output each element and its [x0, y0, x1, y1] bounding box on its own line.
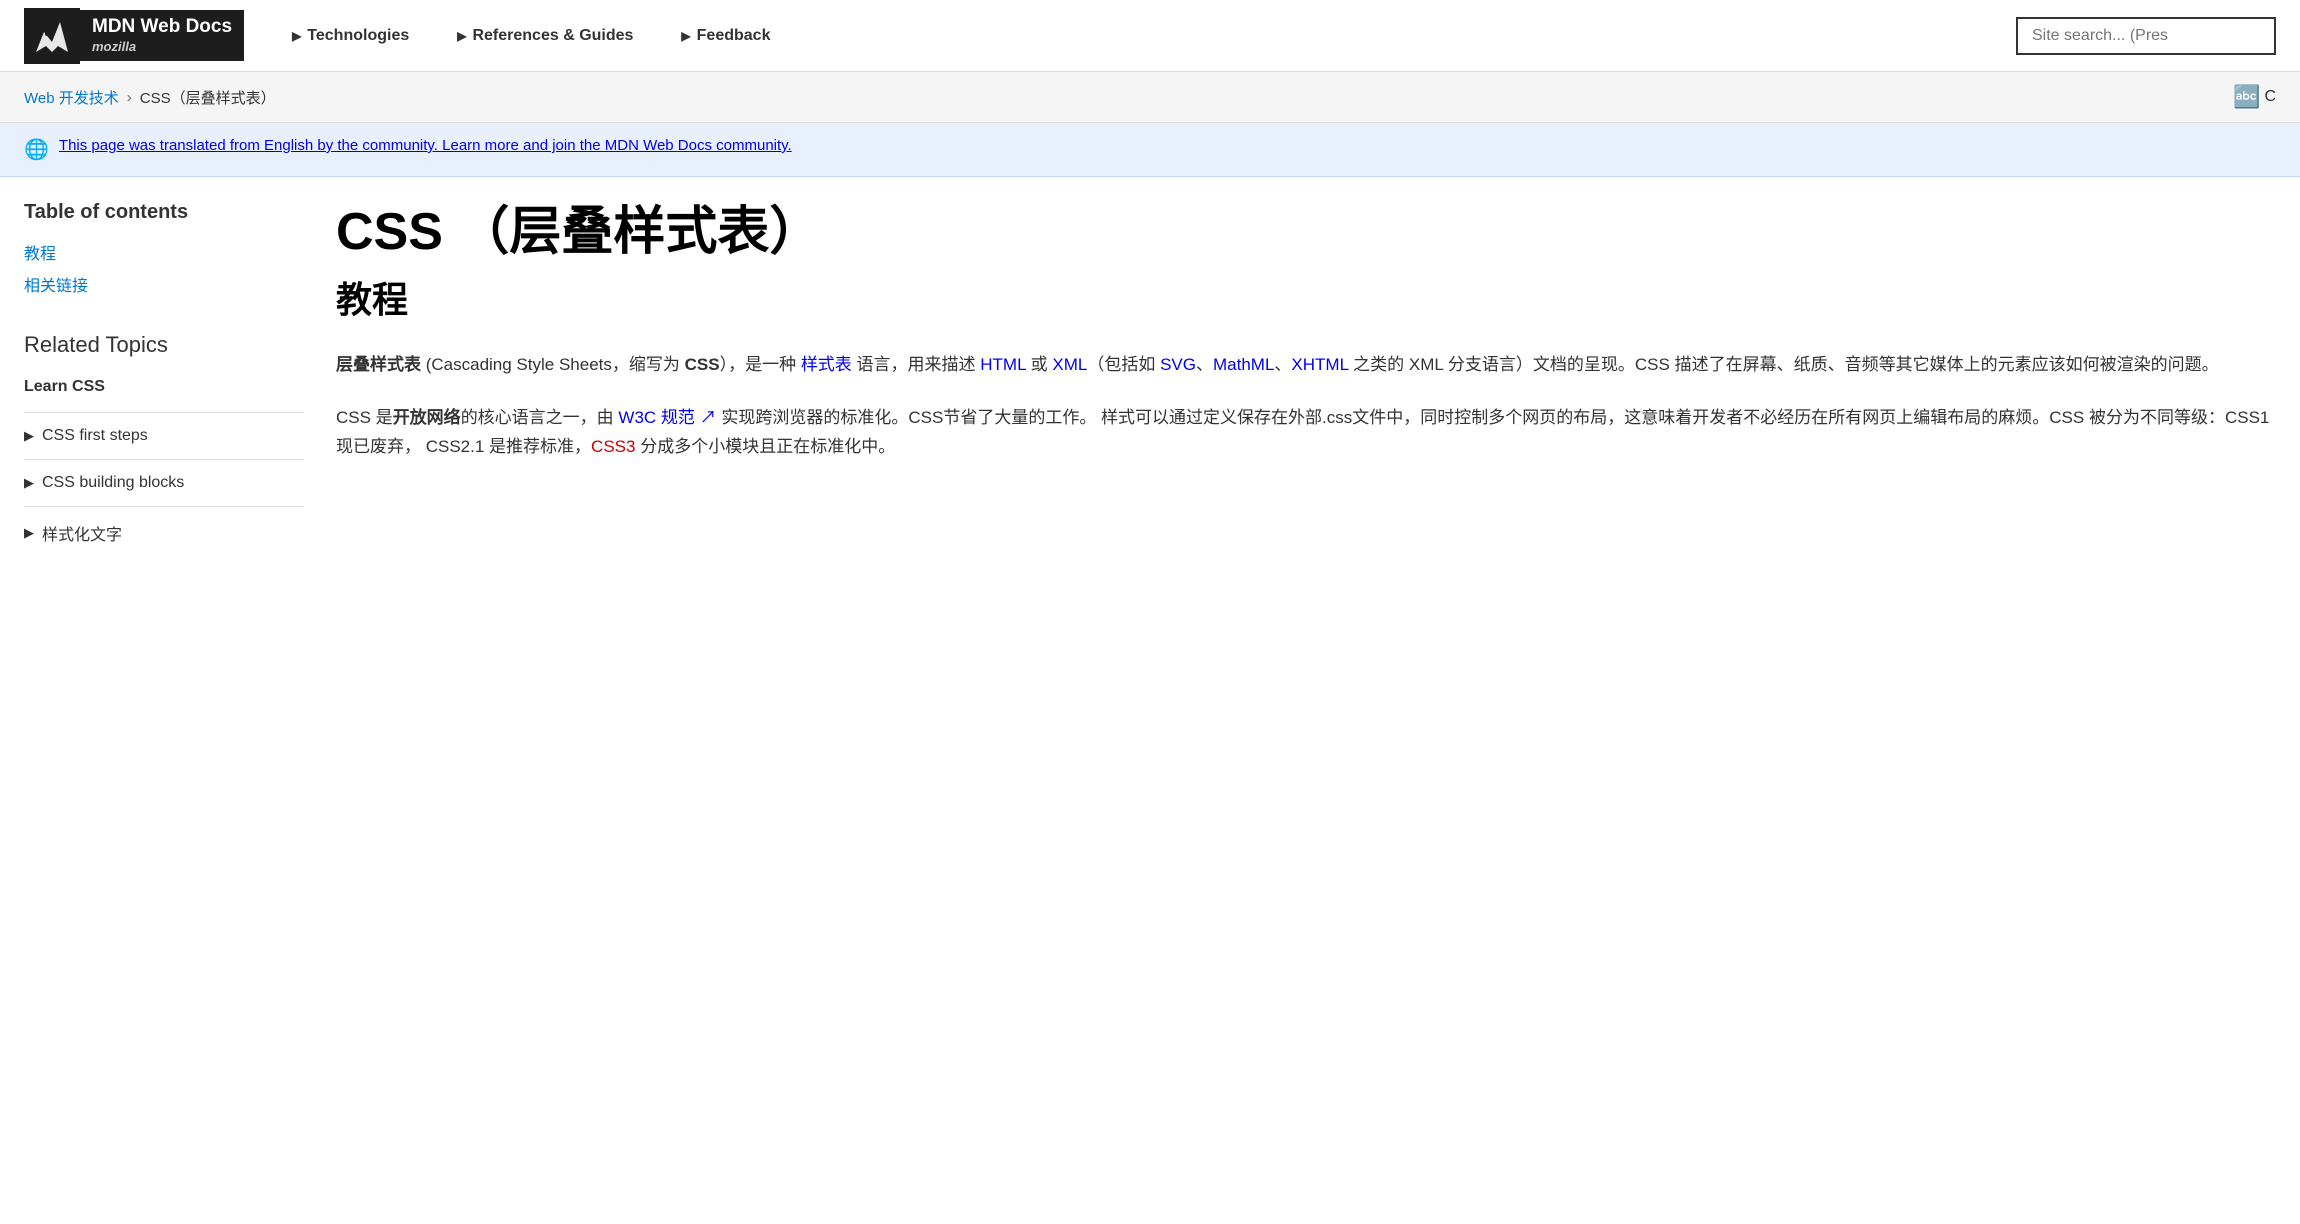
toc-link-related[interactable]: 相关链接	[24, 272, 304, 296]
sidebar-item-building-blocks[interactable]: ▶ CSS building blocks	[24, 459, 304, 506]
breadcrumb: Web 开发技术 › CSS（层叠样式表）	[24, 87, 276, 108]
sidebar-item-styling-text[interactable]: ▶ 样式化文字	[24, 506, 304, 559]
intro-bold-1: 层叠样式表	[336, 355, 421, 374]
lang-label: C	[2264, 88, 2276, 106]
nav-feedback-label: Feedback	[697, 27, 771, 45]
site-header: MDN Web Docs mozilla ▶ Technologies ▶ Re…	[0, 0, 2300, 72]
link-w3c[interactable]: W3C 规范 ↗	[618, 408, 716, 427]
sidebar-item-label-3: 样式化文字	[42, 521, 122, 545]
intro-text-4: （包括如	[1087, 355, 1160, 374]
nav-references-label: References & Guides	[472, 27, 633, 45]
link-stylesheet[interactable]: 样式表	[801, 355, 852, 374]
nav-feedback[interactable]: ▶ Feedback	[681, 27, 770, 45]
sidebar-item-label-2: CSS building blocks	[42, 474, 184, 492]
nav-feedback-arrow: ▶	[681, 29, 690, 43]
intro-text-1: 层叠样式表 (Cascading Style Sheets，缩写为 CSS），是…	[336, 355, 801, 374]
nav-technologies-arrow: ▶	[292, 29, 301, 43]
logo-subtitle: mozilla	[92, 39, 136, 55]
logo-area: MDN Web Docs mozilla	[24, 8, 244, 64]
sidebar-item-label-1: CSS first steps	[42, 427, 148, 445]
nav-technologies-label: Technologies	[307, 27, 409, 45]
search-input[interactable]	[2016, 17, 2276, 55]
translation-notice: 🌐 This page was translated from English …	[0, 123, 2300, 177]
intro-text-2: 语言，用来描述	[852, 355, 980, 374]
link-xhtml[interactable]: XHTML	[1291, 355, 1348, 374]
css-abbr: CSS	[685, 355, 720, 374]
sidebar: Table of contents 教程 相关链接 Related Topics…	[24, 201, 304, 559]
link-mathml[interactable]: MathML	[1213, 355, 1274, 374]
breadcrumb-parent[interactable]: Web 开发技术	[24, 87, 119, 108]
logo-text: MDN Web Docs mozilla	[80, 10, 244, 60]
toc-heading: Table of contents	[24, 201, 304, 224]
page-title: CSS （层叠样式表）	[336, 201, 2276, 263]
section-title: 教程	[336, 271, 2276, 323]
nav-technologies[interactable]: ▶ Technologies	[292, 27, 409, 45]
breadcrumb-separator: ›	[127, 89, 132, 106]
intro-text-5: 、	[1196, 355, 1213, 374]
main-layout: Table of contents 教程 相关链接 Related Topics…	[0, 177, 2300, 583]
language-icon[interactable]: 🔤 C	[2233, 84, 2276, 110]
globe-icon: 🌐	[24, 137, 49, 162]
sidebar-item-first-steps[interactable]: ▶ CSS first steps	[24, 412, 304, 459]
intro-paragraph: 层叠样式表 (Cascading Style Sheets，缩写为 CSS），是…	[336, 351, 2276, 380]
link-svg[interactable]: SVG	[1160, 355, 1196, 374]
translation-link[interactable]: This page was translated from English by…	[59, 137, 792, 154]
sidebar-arrow-3: ▶	[24, 525, 34, 541]
para2-text-1: CSS 是开放网络的核心语言之一，由	[336, 408, 618, 427]
link-xml[interactable]: XML	[1052, 355, 1087, 374]
sidebar-arrow-2: ▶	[24, 475, 34, 491]
intro-text-3: 或	[1026, 355, 1052, 374]
intro-text-6: 、	[1274, 355, 1291, 374]
related-topics-heading: Related Topics	[24, 332, 304, 358]
nav-references[interactable]: ▶ References & Guides	[457, 27, 633, 45]
nav-references-arrow: ▶	[457, 29, 466, 43]
main-nav: ▶ Technologies ▶ References & Guides ▶ F…	[292, 27, 2016, 45]
link-css3[interactable]: CSS3	[591, 437, 635, 456]
second-paragraph: CSS 是开放网络的核心语言之一，由 W3C 规范 ↗ 实现跨浏览器的标准化。C…	[336, 404, 2276, 462]
toc-link-tutorials[interactable]: 教程	[24, 240, 304, 264]
logo-wolf-icon	[24, 8, 80, 64]
translation-text: This page was translated from English by…	[59, 137, 792, 154]
translate-icon: 🔤	[2233, 84, 2260, 110]
breadcrumb-bar: Web 开发技术 › CSS（层叠样式表） 🔤 C	[0, 72, 2300, 123]
main-content: CSS （层叠样式表） 教程 层叠样式表 (Cascading Style Sh…	[336, 201, 2276, 559]
learn-css-label: Learn CSS	[24, 378, 304, 396]
logo-title: MDN Web Docs	[92, 16, 232, 39]
intro-text-7: 之类的 XML 分支语言）文档的呈现。CSS 描述了在屏幕、纸质、音频等其它媒体…	[1348, 355, 2218, 374]
para2-text-3: 分成多个小模块且正在标准化中。	[635, 437, 895, 456]
sidebar-arrow-1: ▶	[24, 428, 34, 444]
breadcrumb-current: CSS（层叠样式表）	[140, 87, 276, 108]
open-web-bold: 开放网络	[393, 408, 461, 427]
link-html[interactable]: HTML	[980, 355, 1026, 374]
